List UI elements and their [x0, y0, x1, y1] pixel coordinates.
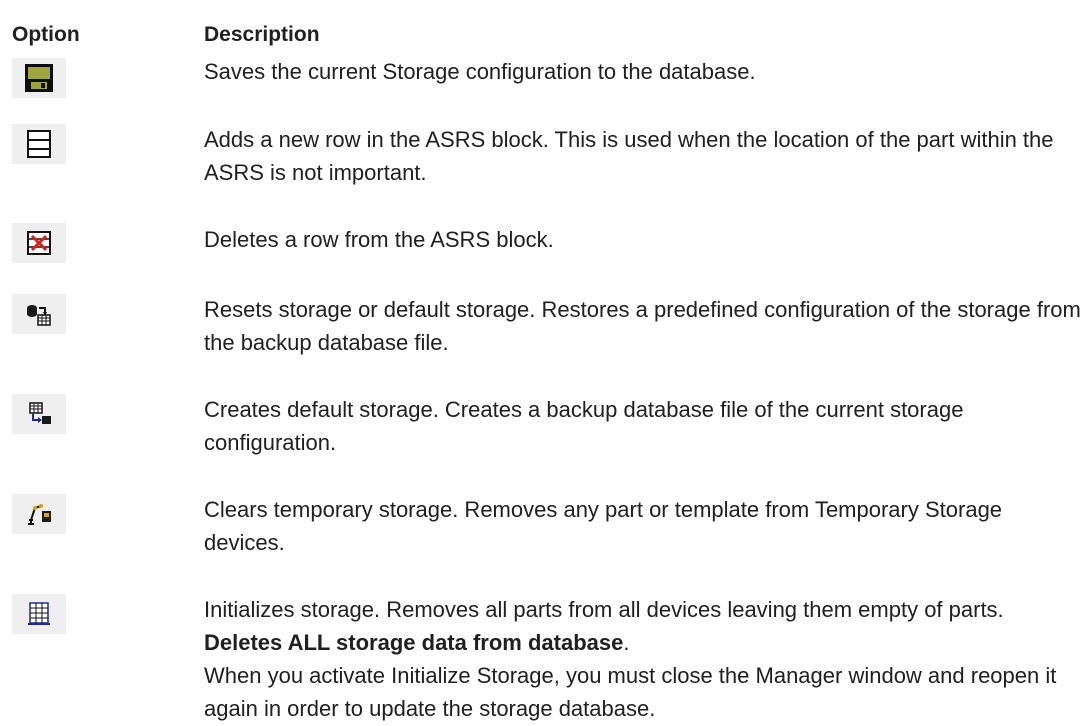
add-row-icon[interactable] [12, 124, 66, 164]
table-header: Option Description [12, 16, 1092, 54]
create-default-storage-icon[interactable] [12, 394, 66, 434]
table-row: Clears temporary storage. Removes any pa… [12, 493, 1082, 581]
note-text: When you activate Initialize Storage, yo… [204, 663, 1057, 721]
row-description-suffix: . [623, 630, 630, 655]
row-description: Resets storage or default storage. Resto… [204, 297, 1081, 355]
row-description-bold: Deletes ALL storage data from database [204, 630, 624, 655]
option-header: Option [12, 23, 80, 46]
initialize-storage-icon[interactable] [12, 594, 66, 634]
row-description: Initializes storage. Removes all parts f… [204, 593, 1082, 659]
table-row: Resets storage or default storage. Resto… [12, 293, 1082, 381]
row-description-prefix: Initializes storage. Removes all parts f… [204, 597, 1004, 622]
clear-temporary-storage-icon[interactable] [12, 494, 66, 534]
row-description: Saves the current Storage configuration … [204, 59, 756, 84]
table-row: Adds a new row in the ASRS block. This i… [12, 123, 1082, 211]
table-row: Saves the current Storage configuration … [12, 55, 1082, 103]
table-row: Creates default storage. Creates a backu… [12, 393, 1082, 481]
option-description-table: Option Description Saves the current Sto… [0, 0, 1092, 726]
reset-storage-icon[interactable] [12, 294, 66, 334]
row-description: Adds a new row in the ASRS block. This i… [204, 127, 1054, 185]
delete-row-icon[interactable] [12, 223, 66, 263]
row-description: Deletes a row from the ASRS block. [204, 227, 554, 252]
save-icon[interactable] [12, 58, 66, 98]
description-header: Description [204, 23, 320, 46]
row-description: Creates default storage. Creates a backu… [204, 397, 964, 455]
row-description: Clears temporary storage. Removes any pa… [204, 497, 1003, 555]
table-row: Deletes a row from the ASRS block. [12, 223, 1082, 271]
